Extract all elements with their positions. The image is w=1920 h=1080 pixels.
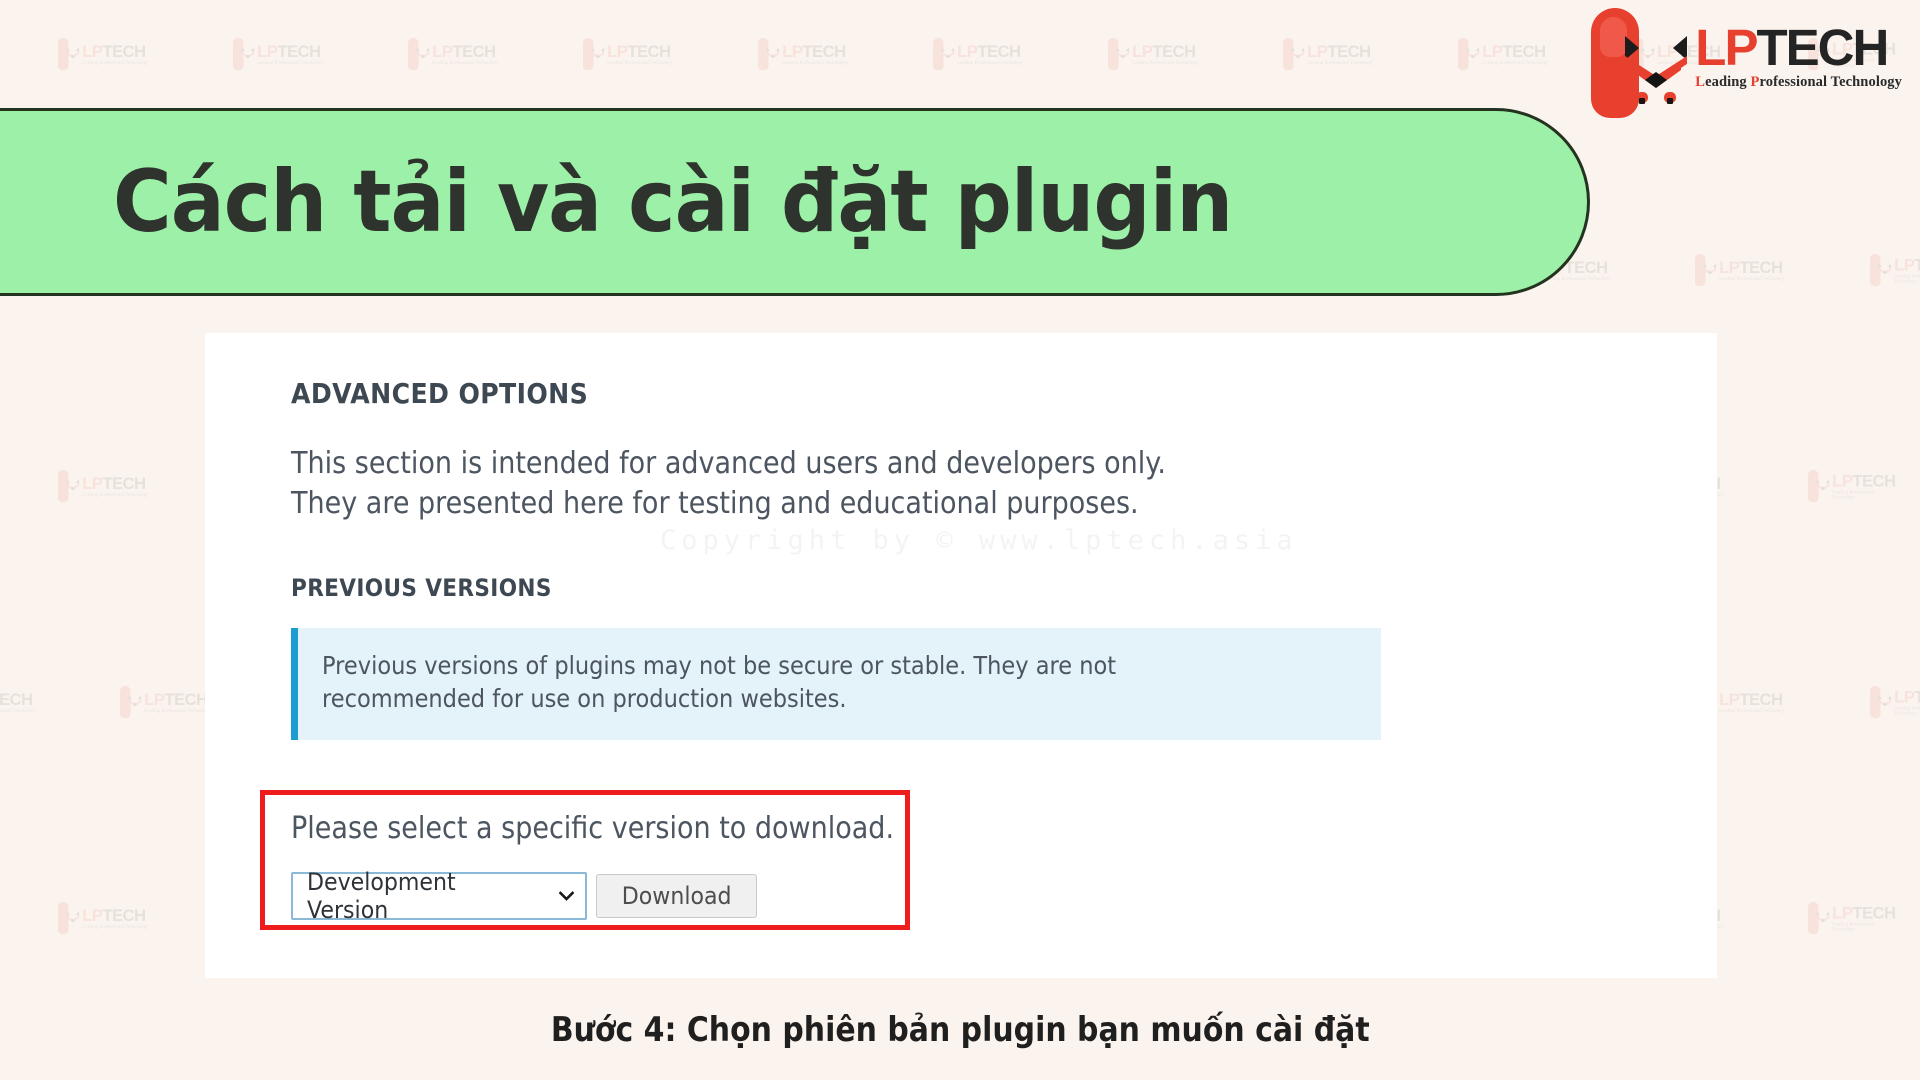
title-banner: Cách tải và cài đặt plugin [0, 108, 1590, 296]
watermark-tile: LPTECHLeading Professional Technology [1870, 685, 1920, 719]
watermark-tile: LPTECHLeading Professional Technology [58, 37, 148, 71]
lptech-logo: LPTECH Leading Professional Technology [1591, 8, 1902, 120]
watermark-tile: LPTECHLeading Professional Technology [408, 37, 498, 71]
advanced-options-heading: ADVANCED OPTIONS [291, 377, 589, 410]
watermark-tile: LPTECHLeading Professional Technology [583, 37, 673, 71]
watermark-tile: LPTECHLeading Professional Technology [1283, 37, 1373, 71]
watermark-tile: LPTECHLeading Professional Technology [58, 901, 148, 935]
watermark-tile: LPTECHLeading Professional Technology [758, 37, 848, 71]
watermark-tile: LPTECHLeading Professional Technology [933, 37, 1023, 71]
watermark-tile: LPTECHLeading Professional Technology [233, 37, 323, 71]
lptech-wordmark: LPTECH Leading Professional Technology [1695, 22, 1902, 103]
version-select[interactable]: Development Version [291, 868, 587, 924]
advanced-options-description: This section is intended for advanced us… [291, 446, 1166, 521]
step-caption-text: Bước 4: Chọn phiên bản plugin bạn muốn c… [550, 1010, 1370, 1050]
watermark-tile: LPTECHLeading Professional Technology [1458, 37, 1548, 71]
watermark-tile: LPTECHLeading Professional Technology [1808, 901, 1896, 935]
watermark-tile: LPTECHLeading Professional Technology [58, 469, 148, 503]
page-title: Cách tải và cài đặt plugin [113, 152, 1233, 252]
brand-tagline: Leading Professional Technology [1695, 73, 1902, 90]
step-caption: Bước 4: Chọn phiên bản plugin bạn muốn c… [0, 1010, 1920, 1050]
watermark-tile: LPTECHLeading Professional Technology [0, 690, 36, 714]
previous-versions-warning-callout: Previous versions of plugins may not be … [291, 627, 1381, 740]
version-select-value: Development Version [307, 868, 456, 924]
wordmark-lp: LP [1695, 19, 1758, 77]
download-button[interactable]: Download [596, 874, 758, 918]
screenshot-panel: Copyright by © www.lptech.asia ADVANCED … [205, 333, 1717, 978]
watermark-tile: LPTECHLeading Professional Technology [120, 685, 210, 719]
watermark-tile: LPTECHLeading Professional Technology [1870, 253, 1920, 287]
watermark-tile: LPTECHLeading Professional Technology [1108, 37, 1198, 71]
lptech-fox-icon [1591, 8, 1688, 120]
select-version-prompt: Please select a specific version to down… [291, 811, 895, 846]
fox-mascot-icon [1625, 36, 1688, 104]
download-button-label: Download [621, 882, 732, 910]
wordmark-tech: TECH [1756, 19, 1889, 77]
callout-message: Previous versions of plugins may not be … [322, 650, 1117, 714]
chevron-down-icon [559, 891, 574, 901]
watermark-tile: LPTECHLeading Professional Technology [1695, 253, 1785, 287]
watermark-tile: LPTECHLeading Professional Technology [1808, 469, 1896, 503]
version-download-group: Please select a specific version to down… [291, 811, 961, 924]
previous-versions-heading: PREVIOUS VERSIONS [291, 573, 552, 602]
version-controls-row: Development Version Download [291, 868, 961, 924]
